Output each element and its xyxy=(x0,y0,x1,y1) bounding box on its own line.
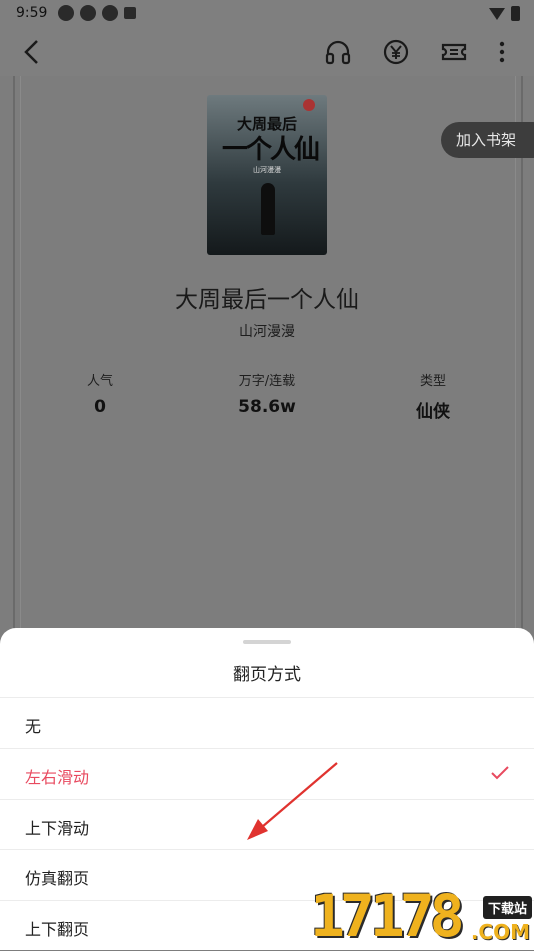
watermark-digits: 17178 xyxy=(310,882,465,950)
cover-figure xyxy=(261,183,275,235)
watermark-badge: 下载站 xyxy=(482,896,532,919)
reward-button[interactable] xyxy=(380,36,412,68)
shutter-icon xyxy=(80,5,96,21)
status-bar: 9:59 xyxy=(0,0,534,28)
yuan-icon xyxy=(383,39,409,65)
listen-button[interactable] xyxy=(322,36,354,68)
add-to-shelf-button[interactable]: 加入书架 xyxy=(441,122,534,158)
status-time: 9:59 xyxy=(16,5,48,21)
stat-label: 人气 xyxy=(86,374,113,389)
stat-label: 万字/连载 xyxy=(238,374,296,389)
option-label: 仿真翻页 xyxy=(25,869,90,888)
option-label: 上下滑动 xyxy=(25,819,90,838)
reader-toolbar xyxy=(0,28,534,76)
sheet-title: 翻页方式 xyxy=(233,665,301,685)
more-icon xyxy=(499,41,505,63)
back-icon xyxy=(24,40,38,64)
checkmark-icon xyxy=(491,766,509,780)
option-label: 上下翻页 xyxy=(25,920,90,939)
book-title: 大周最后一个人仙 xyxy=(175,287,359,313)
book-author: 山河漫漫 xyxy=(239,324,295,340)
battery-icon xyxy=(511,6,520,21)
stat-value: 仙侠 xyxy=(416,402,450,422)
wifi-icon xyxy=(489,7,505,20)
stat-popularity: 人气 0 xyxy=(30,370,170,417)
option-label: 无 xyxy=(25,717,42,736)
status-system-icons xyxy=(489,6,520,21)
stat-value: 58.6w xyxy=(238,397,296,417)
option-vertical-slide[interactable]: 上下滑动 xyxy=(0,799,534,850)
watermark-domain: .COM xyxy=(470,920,530,944)
shutter-icon xyxy=(58,5,74,21)
a-box-icon xyxy=(124,7,136,19)
shutter-icon xyxy=(102,5,118,21)
option-label: 左右滑动 xyxy=(25,768,90,787)
option-horizontal-slide[interactable]: 左右滑动 xyxy=(0,748,534,799)
ticket-icon xyxy=(441,43,467,61)
cover-title-line2: 一个人仙 xyxy=(221,135,320,165)
status-notification-icons xyxy=(58,5,136,21)
site-watermark: 17178 下载站 .COM xyxy=(304,876,534,950)
book-cover[interactable]: 大周最后 一个人仙 山河漫漫 xyxy=(207,95,327,255)
drag-handle[interactable] xyxy=(243,640,291,644)
option-none[interactable]: 无 xyxy=(0,697,534,748)
stat-word-count: 万字/连载 58.6w xyxy=(197,370,337,417)
more-button[interactable] xyxy=(486,36,518,68)
ticket-button[interactable] xyxy=(438,36,470,68)
stat-label: 类型 xyxy=(419,374,446,389)
stat-genre: 类型 仙侠 xyxy=(363,370,503,422)
headphones-icon xyxy=(325,40,351,65)
cover-author: 山河漫漫 xyxy=(253,166,281,174)
stat-value: 0 xyxy=(94,397,106,417)
publisher-seal-icon xyxy=(303,99,315,111)
back-button[interactable] xyxy=(16,36,48,68)
